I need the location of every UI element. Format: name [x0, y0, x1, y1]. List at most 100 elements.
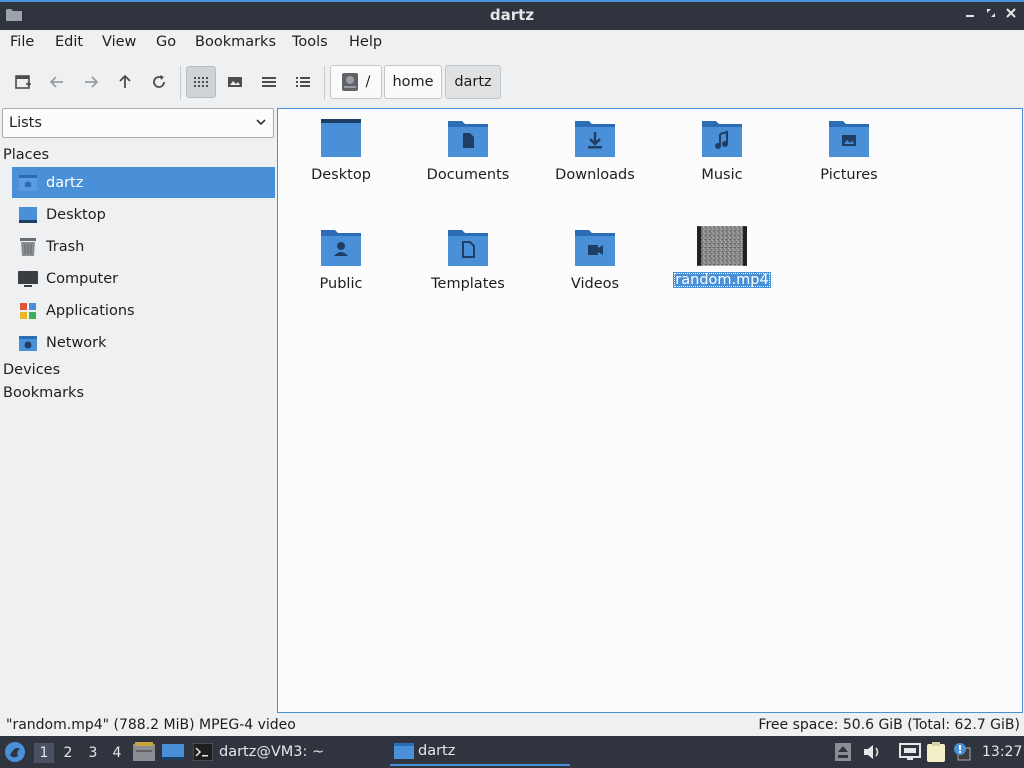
taskbar: 1 2 3 4 dartz@VM3: ~ dartz 13:27 [0, 736, 1024, 768]
file-item-templates[interactable]: Templates [408, 226, 528, 292]
minimize-icon[interactable] [961, 6, 979, 24]
thumbnail-view-button[interactable] [220, 66, 250, 98]
menu-go[interactable]: Go [156, 34, 176, 50]
folder-videos-icon [575, 230, 615, 266]
folder-documents-icon [448, 121, 488, 157]
close-icon[interactable] [1002, 6, 1020, 24]
devices-heading[interactable]: Devices [3, 362, 60, 378]
workspace-1[interactable]: 1 [34, 743, 54, 763]
tray-notifications[interactable] [952, 736, 972, 768]
file-manager-icon [133, 742, 155, 761]
breadcrumb-root-label: / [365, 74, 371, 90]
sidebar-item-label: dartz [46, 174, 84, 191]
file-item-public[interactable]: Public [281, 226, 401, 292]
arrow-up-icon [119, 74, 131, 88]
file-item-music[interactable]: Music [662, 117, 782, 183]
tray-updates[interactable] [835, 736, 851, 768]
tray-clipboard[interactable] [926, 736, 946, 768]
quicklaunch-desktop[interactable] [162, 736, 184, 768]
new-tab-icon [15, 75, 31, 89]
grid-icon [194, 77, 208, 87]
info-icon [954, 743, 971, 761]
file-name: Documents [426, 167, 510, 183]
sidebar-item-label: Desktop [46, 206, 106, 223]
maximize-icon[interactable] [982, 6, 1000, 24]
file-name: Music [701, 167, 743, 183]
places-heading: Places [3, 147, 50, 163]
toolbar: / home dartz [0, 58, 1024, 106]
sidebar-item-desktop[interactable]: Desktop [12, 199, 275, 230]
workspace-2[interactable]: 2 [58, 743, 78, 763]
file-name: Pictures [820, 167, 878, 183]
breadcrumb-home[interactable]: home [384, 65, 442, 99]
breadcrumb-dartz[interactable]: dartz [445, 65, 501, 99]
workspace-4[interactable]: 4 [107, 743, 127, 763]
sidebar-item-label: Applications [46, 302, 135, 319]
file-item-videos[interactable]: Videos [535, 226, 655, 292]
chevron-down-icon [256, 119, 266, 126]
sidebar-item-computer[interactable]: Computer [12, 263, 275, 294]
breadcrumb-root[interactable]: / [330, 65, 382, 99]
file-item-documents[interactable]: Documents [408, 117, 528, 183]
quicklaunch-files[interactable] [133, 736, 155, 768]
reload-button[interactable] [144, 66, 174, 98]
menu-tools[interactable]: Tools [292, 34, 328, 50]
sidebar-mode-select[interactable]: Lists [2, 108, 274, 138]
icon-view-button[interactable] [186, 66, 216, 98]
clock[interactable]: 13:27 [982, 736, 1022, 768]
menu-file[interactable]: File [10, 34, 34, 50]
terminal-icon [193, 743, 213, 761]
network-folder-icon [17, 332, 39, 354]
sidebar-item-network[interactable]: Network [12, 327, 275, 358]
file-item-random-mp4[interactable]: random.mp4 [662, 226, 782, 288]
sidebar-item-applications[interactable]: Applications [12, 295, 275, 326]
toolbar-separator [324, 66, 325, 100]
file-item-downloads[interactable]: Downloads [535, 117, 655, 183]
back-button[interactable] [42, 66, 72, 98]
file-name: Videos [570, 276, 620, 292]
computer-icon [17, 268, 39, 290]
menu-bar: File Edit View Go Bookmarks Tools Help [0, 30, 1024, 56]
sidebar-item-trash[interactable]: Trash [12, 231, 275, 262]
menu-help[interactable]: Help [349, 34, 382, 50]
detail-list-icon [296, 77, 310, 87]
trash-icon [17, 236, 39, 258]
status-bar: "random.mp4" (788.2 MiB) MPEG-4 video Fr… [0, 714, 1024, 736]
detailed-view-button[interactable] [288, 66, 318, 98]
folder-downloads-icon [575, 121, 615, 157]
new-tab-button[interactable] [8, 66, 38, 98]
task-terminal[interactable]: dartz@VM3: ~ [193, 738, 373, 766]
folder-pictures-icon [829, 121, 869, 157]
sidebar-item-label: Network [46, 334, 107, 351]
folder-music-icon [702, 121, 742, 157]
file-view[interactable]: Desktop Documents Downloads Music Pictur… [277, 108, 1023, 713]
menu-bookmarks[interactable]: Bookmarks [195, 34, 276, 50]
forward-button[interactable] [76, 66, 106, 98]
menu-edit[interactable]: Edit [55, 34, 83, 50]
bookmarks-heading[interactable]: Bookmarks [3, 385, 84, 401]
file-item-pictures[interactable]: Pictures [789, 117, 909, 183]
sidebar-item-label: Computer [46, 270, 119, 287]
file-item-desktop[interactable]: Desktop [281, 117, 401, 183]
up-button[interactable] [110, 66, 140, 98]
folder-public-icon [321, 230, 361, 266]
toolbar-separator [180, 66, 181, 100]
menu-view[interactable]: View [102, 34, 136, 50]
file-name: Downloads [555, 167, 635, 183]
reload-icon [153, 75, 165, 88]
start-menu-button[interactable] [4, 736, 26, 768]
file-name: Templates [431, 276, 505, 292]
compact-view-button[interactable] [254, 66, 284, 98]
video-thumbnail-icon [697, 226, 747, 266]
task-file-manager[interactable]: dartz [390, 738, 570, 766]
tray-volume[interactable] [862, 736, 882, 768]
workspace-3[interactable]: 3 [83, 743, 103, 763]
arrow-right-icon [85, 76, 99, 88]
sidebar-item-dartz[interactable]: dartz [12, 167, 275, 198]
folder-templates-icon [448, 230, 488, 266]
free-space-info: Free space: 50.6 GiB (Total: 62.7 GiB) [758, 717, 1020, 733]
clipboard-icon [927, 742, 945, 762]
tray-network[interactable] [899, 736, 921, 768]
folder-desktop-icon [321, 119, 361, 157]
breadcrumb-home-label: home [392, 74, 434, 90]
